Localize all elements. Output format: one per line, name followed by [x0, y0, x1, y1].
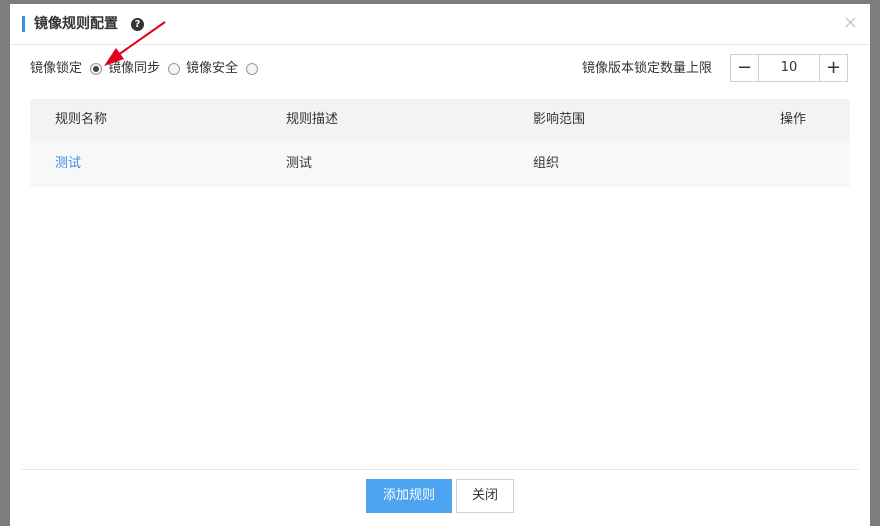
question-circle-icon[interactable]: ? [131, 18, 144, 31]
lock-label: 镜像锁定 [30, 61, 83, 76]
decrement-button[interactable]: − [731, 55, 759, 81]
dialog-title: 镜像规则配置 [34, 16, 118, 32]
table-row: 测试 测试 组织 [30, 141, 850, 187]
footer-divider [22, 469, 858, 470]
title-accent-bar [22, 16, 25, 32]
radio-image-sync[interactable] [90, 63, 103, 75]
close-icon[interactable]: × [843, 13, 858, 33]
rules-table: 规则名称 规则描述 影响范围 操作 测试 测试 组织 [30, 99, 850, 187]
dialog-header: 镜像规则配置 ? × [10, 4, 870, 45]
close-button[interactable]: 关闭 [456, 479, 514, 513]
header-rule-description: 规则描述 [286, 112, 339, 127]
table-header: 规则名称 规则描述 影响范围 操作 [30, 99, 850, 141]
header-actions: 操作 [780, 112, 807, 127]
header-scope: 影响范围 [533, 112, 586, 127]
radio-label-image-sync[interactable]: 镜像同步 [108, 58, 160, 80]
rule-config-dialog: 镜像规则配置 ? × 镜像锁定 镜像同步 镜像安全 镜像版本锁定数量上限 − 1… [10, 4, 870, 526]
radio-label-image-security[interactable]: 镜像安全 [186, 58, 238, 80]
increment-button[interactable]: + [819, 55, 847, 81]
lock-limit-label: 镜像版本锁定数量上限 [582, 61, 713, 76]
add-rule-button[interactable]: 添加规则 [366, 479, 452, 513]
rule-description: 测试 [286, 156, 313, 171]
header-rule-name: 规则名称 [55, 112, 108, 127]
radio-image-security[interactable] [168, 63, 181, 75]
radio-third-option[interactable] [246, 63, 259, 75]
lock-limit-input[interactable]: 10 [759, 55, 819, 81]
lock-limit-stepper: − 10 + [730, 54, 848, 82]
rule-name-link[interactable]: 测试 [55, 141, 81, 187]
lock-options: 镜像锁定 镜像同步 镜像安全 [30, 58, 264, 80]
rule-scope: 组织 [533, 156, 560, 171]
